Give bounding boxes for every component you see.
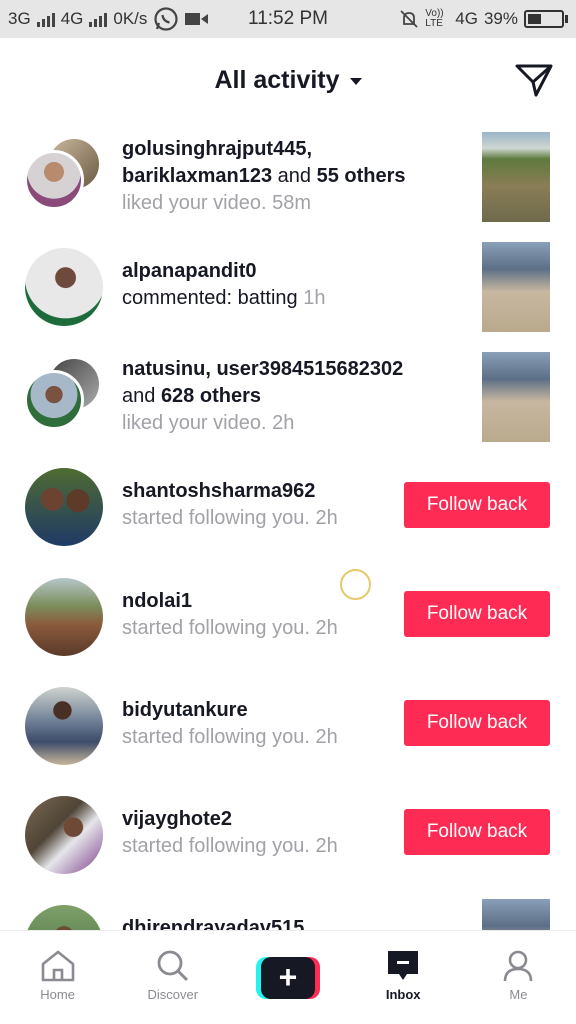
inbox-icon bbox=[388, 951, 419, 980]
action-text: started following you. bbox=[122, 617, 310, 639]
network-type-label: 3G bbox=[8, 9, 31, 28]
follow-back-button[interactable]: Follow back bbox=[404, 700, 550, 746]
timestamp: 58m bbox=[272, 192, 311, 214]
notification-text: vijayghote2 started following you. 2h bbox=[122, 806, 338, 860]
avatar[interactable] bbox=[25, 468, 103, 546]
username-link[interactable]: ndolai1 bbox=[122, 590, 192, 612]
avatar[interactable] bbox=[25, 248, 103, 326]
network-speed: 0K/s bbox=[113, 9, 148, 28]
action-text: liked your video. bbox=[122, 192, 267, 214]
video-thumbnail[interactable] bbox=[482, 352, 550, 442]
timestamp: 2h bbox=[315, 507, 338, 529]
notification-text: bidyutankure started following you. 2h bbox=[122, 697, 338, 751]
signal-icon-2 bbox=[89, 11, 108, 27]
nav-me-label: Me bbox=[509, 987, 528, 1002]
username-link[interactable]: shantoshsharma962 bbox=[122, 480, 315, 502]
touch-indicator bbox=[340, 569, 371, 600]
video-camera-icon bbox=[185, 13, 209, 25]
profile-icon bbox=[504, 950, 533, 982]
others-link[interactable]: 55 others bbox=[317, 165, 406, 187]
video-thumbnail[interactable] bbox=[482, 132, 550, 222]
timestamp: 1h bbox=[303, 287, 326, 309]
notification-text: golusinghrajput445, bariklaxman123 and 5… bbox=[122, 136, 406, 217]
nav-discover-label: Discover bbox=[147, 987, 199, 1002]
timestamp: 2h bbox=[315, 617, 338, 639]
avatar[interactable] bbox=[24, 370, 84, 430]
direct-message-icon[interactable] bbox=[514, 62, 554, 98]
action-text: started following you. bbox=[122, 726, 310, 748]
whatsapp-icon bbox=[154, 7, 179, 31]
plus-icon: + bbox=[261, 957, 315, 999]
nav-discover[interactable]: Discover bbox=[115, 931, 230, 1024]
action-text: started following you. bbox=[122, 507, 310, 529]
action-text: started following you. bbox=[122, 835, 310, 857]
caret-down-icon bbox=[349, 78, 362, 85]
network-type-label-2: 4G bbox=[60, 9, 84, 28]
page-title: All activity bbox=[214, 65, 340, 94]
create-button[interactable]: + bbox=[256, 957, 320, 999]
nav-home-label: Home bbox=[40, 987, 75, 1002]
timestamp: 2h bbox=[315, 835, 338, 857]
nav-me[interactable]: Me bbox=[461, 931, 576, 1024]
signal-icon bbox=[36, 11, 55, 27]
mute-bell-icon bbox=[400, 10, 418, 28]
video-thumbnail[interactable] bbox=[482, 899, 550, 930]
username-link[interactable]: natusinu, user3984515682302 bbox=[122, 358, 403, 380]
username-link[interactable]: golusinghrajput445, bbox=[122, 138, 312, 160]
activity-filter-dropdown[interactable]: All activity bbox=[214, 65, 362, 95]
list-item[interactable]: alpanapandit0 commented: batting 1h bbox=[0, 232, 576, 342]
status-bar-left: 3G 4G 0K/s bbox=[8, 6, 209, 32]
status-bar: 3G 4G 0K/s 11:52 PM Vo)) LTE 4G 39% bbox=[0, 0, 576, 38]
network-type-label-3: 4G bbox=[455, 9, 478, 28]
avatar[interactable] bbox=[24, 150, 84, 210]
timestamp: 2h bbox=[272, 412, 295, 434]
username-link[interactable]: vijayghote2 bbox=[122, 808, 232, 830]
avatar[interactable] bbox=[25, 905, 103, 930]
list-item[interactable]: ndolai1 started following you. 2h Follow… bbox=[0, 562, 576, 671]
header: All activity bbox=[0, 38, 576, 122]
username-link[interactable]: alpanapandit0 bbox=[122, 260, 256, 282]
conjunction-text: and bbox=[272, 165, 317, 187]
nav-inbox[interactable]: Inbox bbox=[346, 931, 461, 1024]
nav-home[interactable]: Home bbox=[0, 931, 115, 1024]
list-item[interactable]: vijayghote2 started following you. 2h Fo… bbox=[0, 780, 576, 889]
home-icon bbox=[41, 950, 74, 982]
others-link[interactable]: 628 others bbox=[161, 385, 261, 407]
avatar[interactable] bbox=[25, 687, 103, 765]
notification-text: alpanapandit0 commented: batting 1h bbox=[122, 258, 325, 312]
action-text: liked your video. bbox=[122, 412, 267, 434]
follow-back-button[interactable]: Follow back bbox=[404, 482, 550, 528]
timestamp: 2h bbox=[315, 726, 338, 748]
list-item[interactable]: golusinghrajput445, bariklaxman123 and 5… bbox=[0, 122, 576, 232]
notification-text: natusinu, user3984515682302 and 628 othe… bbox=[122, 356, 403, 437]
list-item[interactable]: natusinu, user3984515682302 and 628 othe… bbox=[0, 342, 576, 452]
nav-inbox-label: Inbox bbox=[385, 987, 421, 1002]
avatar[interactable] bbox=[25, 578, 103, 656]
notification-text: ndolai1 started following you. 2h bbox=[122, 588, 338, 642]
username-link[interactable]: bariklaxman123 bbox=[122, 165, 272, 187]
username-link[interactable]: dhirendrayadav515 bbox=[122, 917, 304, 930]
activity-list[interactable]: golusinghrajput445, bariklaxman123 and 5… bbox=[0, 122, 576, 930]
video-thumbnail[interactable] bbox=[482, 242, 550, 332]
notification-text: dhirendrayadav515 bbox=[122, 915, 304, 930]
volte-label: Vo)) LTE bbox=[425, 8, 444, 29]
list-item[interactable]: shantoshsharma962 started following you.… bbox=[0, 452, 576, 562]
username-link[interactable]: bidyutankure bbox=[122, 699, 248, 721]
notification-text: shantoshsharma962 started following you.… bbox=[122, 478, 338, 532]
follow-back-button[interactable]: Follow back bbox=[404, 591, 550, 637]
status-bar-right: Vo)) LTE 4G 39% bbox=[399, 9, 568, 29]
bottom-navigation: Home Discover + Inbox Me bbox=[0, 930, 576, 1024]
conjunction-text: and bbox=[122, 385, 161, 407]
list-item[interactable]: dhirendrayadav515 bbox=[0, 889, 576, 930]
list-item[interactable]: bidyutankure started following you. 2h F… bbox=[0, 671, 576, 780]
avatar[interactable] bbox=[25, 796, 103, 874]
action-text: commented: batting bbox=[122, 287, 298, 309]
follow-back-button[interactable]: Follow back bbox=[404, 809, 550, 855]
battery-icon bbox=[524, 10, 568, 28]
search-icon bbox=[157, 950, 188, 982]
nav-create[interactable]: + bbox=[230, 931, 345, 1024]
battery-percent: 39% bbox=[483, 9, 518, 28]
